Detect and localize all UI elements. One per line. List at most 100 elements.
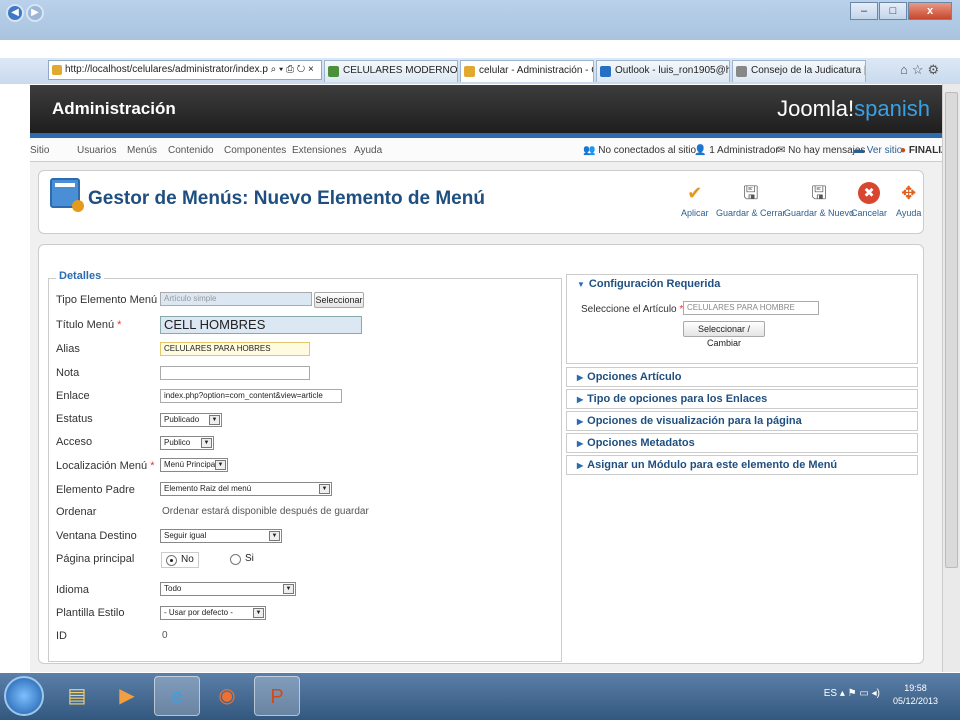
language-select[interactable]: Todo ▼ bbox=[160, 582, 296, 596]
label-status: Estatus bbox=[56, 413, 93, 425]
save-new-button[interactable]: 🖫 Guardar & Nuevo bbox=[784, 182, 854, 218]
order-note: Ordenar estará disponible después de gua… bbox=[162, 506, 369, 517]
chevron-down-icon: ▼ bbox=[201, 438, 212, 448]
tab-favicon-icon bbox=[464, 66, 475, 77]
panel-display-options-header[interactable]: ▶ Opciones de visualización para la págin… bbox=[577, 415, 802, 427]
button-label: Guardar & Nuevo bbox=[784, 208, 855, 218]
powerpoint-taskbar-icon[interactable]: P bbox=[254, 676, 300, 716]
menu-usuarios[interactable]: Usuarios bbox=[77, 145, 116, 156]
access-select[interactable]: Publico ▼ bbox=[160, 436, 214, 450]
select-value: Elemento Raiz del menú bbox=[164, 484, 252, 493]
alias-input[interactable]: CELULARES PARA HOBRES bbox=[160, 342, 310, 356]
tab-outlook[interactable]: Outlook - luis_ron1905@hotm... bbox=[596, 60, 730, 82]
status-admins[interactable]: 👤 1 Administrador bbox=[694, 145, 779, 156]
menu-manager-icon bbox=[50, 178, 84, 212]
system-tray[interactable]: ES ▴ ⚑ ▭ ◂) bbox=[824, 688, 880, 699]
home-no-option[interactable]: No bbox=[161, 552, 199, 568]
tab-celulares-modernos[interactable]: CELULARES MODERNOS bbox=[324, 60, 458, 82]
language-indicator[interactable]: ES bbox=[824, 688, 837, 699]
status-select[interactable]: Publicado ▼ bbox=[160, 413, 222, 427]
parent-select[interactable]: Elemento Raiz del menú ▼ bbox=[160, 482, 332, 496]
panel-article-options-header[interactable]: ▶ Opciones Artículo bbox=[577, 371, 681, 383]
save-new-icon: 🖫 bbox=[811, 183, 827, 203]
label-text: Localización Menú bbox=[56, 460, 148, 472]
menu-manager-icon-badge bbox=[72, 200, 84, 212]
joomla-logo: Joomla!spanish bbox=[777, 96, 930, 122]
address-controls[interactable]: ⌕ ▾ ⎙ ↻ × bbox=[271, 64, 314, 75]
menu-contenido[interactable]: Contenido bbox=[168, 145, 214, 156]
explorer-taskbar-icon[interactable]: ▤ bbox=[54, 676, 100, 716]
menu-extensiones[interactable]: Extensiones bbox=[292, 145, 346, 156]
menu-menus[interactable]: Menús bbox=[127, 145, 157, 156]
tab-label: CELULARES MODERNOS bbox=[343, 65, 458, 76]
required-config-header[interactable]: ▼ Configuración Requerida bbox=[577, 278, 720, 290]
save-close-button[interactable]: 🖫 Guardar & Cerrar bbox=[716, 182, 786, 218]
panel-metadata-header[interactable]: ▶ Opciones Metadatos bbox=[577, 437, 695, 449]
home-si-radio[interactable] bbox=[230, 554, 241, 565]
address-bar[interactable]: http://localhost/celulares/administrator… bbox=[48, 60, 322, 80]
scrollbar-thumb[interactable] bbox=[945, 92, 958, 568]
tab-label: Outlook - luis_ron1905@hotm... bbox=[615, 65, 729, 76]
ie-taskbar-icon[interactable]: e bbox=[154, 676, 200, 716]
tab-administracion[interactable]: celular - Administración - G... bbox=[460, 60, 594, 82]
cancel-button[interactable]: ✖ Cancelar bbox=[851, 182, 887, 218]
back-icon[interactable]: ◀ bbox=[6, 4, 24, 22]
label-access: Acceso bbox=[56, 436, 93, 448]
apply-button[interactable]: ✔ Aplicar bbox=[681, 182, 709, 218]
close-window-button[interactable]: x bbox=[908, 2, 952, 20]
clock-date: 05/12/2013 bbox=[892, 696, 938, 706]
select-value: Seguir igual bbox=[164, 531, 207, 540]
chrome-taskbar-icon[interactable]: ◉ bbox=[204, 676, 250, 716]
label-title: Título Menú * bbox=[56, 319, 121, 331]
label-text: Título Menú bbox=[56, 319, 115, 331]
window-titlebar: – □ x bbox=[0, 0, 960, 40]
save-close-icon: 🖫 bbox=[743, 183, 759, 203]
label-home: Página principal bbox=[56, 553, 135, 565]
select-type-button[interactable]: Seleccionar bbox=[314, 292, 364, 308]
tab-favicon-icon bbox=[600, 66, 611, 77]
check-icon: ✔ bbox=[687, 183, 703, 203]
forward-icon[interactable]: ▶ bbox=[26, 4, 44, 22]
location-select[interactable]: Menú Principal ▼ bbox=[160, 458, 228, 472]
help-icon: ✥ bbox=[901, 183, 917, 203]
tab-consejo[interactable]: Consejo de la Judicatura | Con... bbox=[732, 60, 866, 82]
tab-label: Consejo de la Judicatura | Con... bbox=[751, 65, 865, 76]
menu-sitio[interactable]: Sitio bbox=[30, 145, 49, 156]
title-input[interactable]: CELL HOMBRES bbox=[160, 316, 362, 334]
type-field: Artículo simple bbox=[160, 292, 312, 306]
page-title: Gestor de Menús: Nuevo Elemento de Menú bbox=[88, 188, 485, 209]
template-select[interactable]: - Usar por defecto - ▼ bbox=[160, 606, 266, 620]
logo-sub: spanish bbox=[854, 96, 930, 121]
view-site-link[interactable]: ▬ Ver sitio bbox=[854, 145, 902, 156]
media-player-taskbar-icon[interactable]: ▶ bbox=[104, 676, 150, 716]
browser-tools-icons[interactable]: ⌂☆⚙ bbox=[900, 62, 943, 78]
status-not-connected[interactable]: 👥 No conectados al sitio bbox=[583, 145, 696, 156]
label-target: Ventana Destino bbox=[56, 530, 137, 542]
link-input[interactable]: index.php?option=com_content&view=articl… bbox=[160, 389, 342, 403]
label-link: Enlace bbox=[56, 390, 90, 402]
taskbar-clock[interactable]: 19:58 05/12/2013 bbox=[893, 682, 938, 708]
tab-favicon-icon bbox=[328, 66, 339, 77]
logo-main: Joomla! bbox=[777, 96, 855, 121]
start-button[interactable] bbox=[4, 676, 44, 716]
menu-componentes[interactable]: Componentes bbox=[224, 145, 286, 156]
window-controls: – □ x bbox=[849, 2, 952, 20]
selected-article-field: CELULARES PARA HOMBRE bbox=[683, 301, 819, 315]
joomla-favicon-icon bbox=[52, 65, 62, 75]
note-input[interactable] bbox=[160, 366, 310, 380]
home-no-radio[interactable] bbox=[166, 555, 177, 566]
label-order: Ordenar bbox=[56, 506, 97, 518]
required-mark: * bbox=[150, 460, 155, 472]
collapsed-arrow-icon: ▶ bbox=[577, 439, 584, 448]
help-button[interactable]: ✥ Ayuda bbox=[896, 182, 921, 218]
select-article-label: Seleccione el Artículo * bbox=[581, 304, 683, 315]
menu-ayuda[interactable]: Ayuda bbox=[354, 145, 382, 156]
select-change-button[interactable]: Seleccionar / Cambiar bbox=[683, 321, 765, 348]
address-url: http://localhost/celulares/administrator… bbox=[65, 64, 268, 75]
minimize-button[interactable]: – bbox=[850, 2, 878, 20]
target-select[interactable]: Seguir igual ▼ bbox=[160, 529, 282, 543]
maximize-button[interactable]: □ bbox=[879, 2, 907, 20]
status-messages[interactable]: ✉ No hay mensajes bbox=[777, 145, 865, 156]
panel-module-assign-header[interactable]: ▶ Asignar un Módulo para este elemento de… bbox=[577, 459, 837, 471]
panel-link-options-header[interactable]: ▶ Tipo de opciones para los Enlaces bbox=[577, 393, 767, 405]
